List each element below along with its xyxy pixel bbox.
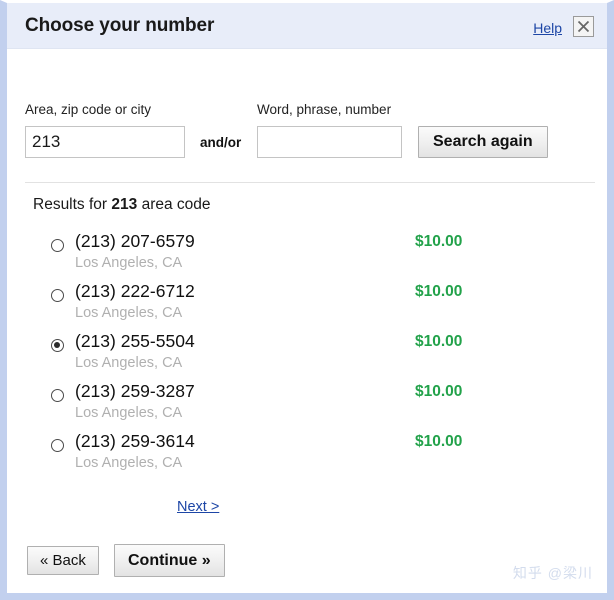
- phone-price: $10.00: [415, 433, 463, 450]
- next-page-link[interactable]: Next >: [177, 499, 219, 515]
- area-field-label: Area, zip code or city: [25, 102, 152, 117]
- dialog-titlebar: Choose your number Help: [7, 3, 607, 49]
- search-form: Area, zip code or city Word, phrase, num…: [7, 49, 607, 169]
- phone-price: $10.00: [415, 333, 463, 350]
- number-results-list: (213) 207-6579 Los Angeles, CA $10.00 (2…: [7, 231, 607, 481]
- continue-button[interactable]: Continue »: [114, 544, 225, 577]
- back-button[interactable]: « Back: [27, 546, 99, 575]
- word-field-label: Word, phrase, number: [257, 102, 392, 117]
- word-search-input[interactable]: [257, 126, 402, 158]
- phone-location: Los Angeles, CA: [75, 305, 183, 321]
- close-icon: [577, 20, 590, 33]
- results-heading-suffix: area code: [137, 196, 211, 213]
- results-heading-query: 213: [111, 196, 138, 213]
- help-link[interactable]: Help: [533, 20, 562, 36]
- phone-number: (213) 222-6712: [75, 281, 195, 301]
- search-again-button[interactable]: Search again: [418, 126, 548, 158]
- list-item[interactable]: (213) 222-6712 Los Angeles, CA $10.00: [7, 281, 607, 331]
- dialog-title: Choose your number: [25, 15, 215, 36]
- number-radio[interactable]: [51, 389, 64, 402]
- list-item[interactable]: (213) 207-6579 Los Angeles, CA $10.00: [7, 231, 607, 281]
- phone-number: (213) 259-3614: [75, 431, 195, 451]
- number-radio[interactable]: [51, 439, 64, 452]
- list-item[interactable]: (213) 259-3614 Los Angeles, CA $10.00: [7, 431, 607, 481]
- and-or-label: and/or: [200, 135, 242, 150]
- results-heading-prefix: Results for: [33, 196, 112, 213]
- phone-location: Los Angeles, CA: [75, 455, 183, 471]
- phone-number: (213) 259-3287: [75, 381, 195, 401]
- phone-location: Los Angeles, CA: [75, 255, 183, 271]
- close-button[interactable]: [573, 16, 594, 37]
- phone-price: $10.00: [415, 283, 463, 300]
- phone-number: (213) 207-6579: [75, 231, 195, 251]
- phone-location: Los Angeles, CA: [75, 405, 183, 421]
- watermark: 知乎 @梁川: [512, 565, 593, 581]
- phone-price: $10.00: [415, 383, 463, 400]
- number-radio[interactable]: [51, 289, 64, 302]
- results-heading: Results for 213 area code: [33, 196, 211, 214]
- phone-price: $10.00: [415, 233, 463, 250]
- number-radio[interactable]: [51, 339, 64, 352]
- area-search-input[interactable]: [25, 126, 185, 158]
- phone-location: Los Angeles, CA: [75, 355, 183, 371]
- choose-number-dialog: Choose your number Help Area, zip code o…: [0, 0, 614, 600]
- list-item[interactable]: (213) 255-5504 Los Angeles, CA $10.00: [7, 331, 607, 381]
- phone-number: (213) 255-5504: [75, 331, 195, 351]
- list-item[interactable]: (213) 259-3287 Los Angeles, CA $10.00: [7, 381, 607, 431]
- section-divider: [25, 182, 595, 183]
- number-radio[interactable]: [51, 239, 64, 252]
